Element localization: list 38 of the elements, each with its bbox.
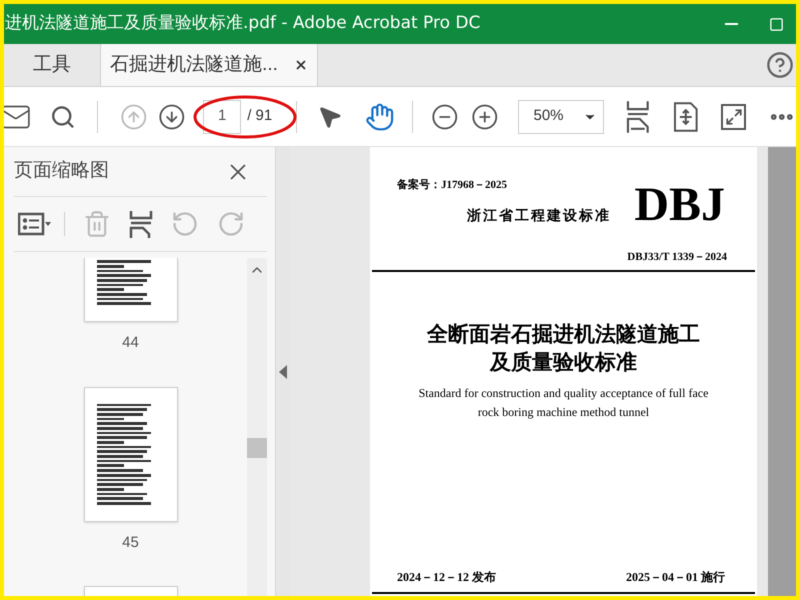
list-view-icon[interactable] [18,212,52,236]
window-title: 进机法隧道施工及质量验收标准.pdf - Adobe Acrobat Pro DC [4,12,482,36]
issuer-text: 浙江省工程建设标准 [467,206,611,226]
tab-label: 石掘进机法隧道施... [110,52,278,77]
document-subtitle: rock boring machine method tunnel [478,404,650,421]
issue-date: 2024－12－12 发布 [397,569,496,586]
document-subtitle: Standard for construction and quality acceptance of full face [418,384,708,402]
hand-icon[interactable] [364,102,394,132]
fit-page-icon[interactable] [626,100,650,134]
zoom-in-icon[interactable] [470,102,498,130]
standard-logo: DBJ [634,181,725,229]
minimize-icon [724,23,738,25]
full-screen-icon[interactable] [720,104,746,130]
standard-code: DBJ33/T 1339－2024 [627,250,727,265]
tab[interactable]: 工具 [4,44,100,86]
page-number-label: 44 [122,333,139,353]
arrow-down-icon[interactable] [158,102,186,130]
zoom-dropdown[interactable]: 50% [518,100,604,134]
page-count: / 91 [247,106,272,126]
extract-page-icon[interactable] [129,210,153,238]
tab[interactable]: 石掘进机法隧道施... [100,44,318,86]
document-title: 及质量验收标准 [490,348,637,376]
scrollbar-thumb[interactable] [247,438,267,458]
search-icon[interactable] [50,104,76,130]
document-scrollbar[interactable] [768,147,796,596]
help-icon[interactable] [766,51,794,79]
close-icon[interactable] [294,58,308,72]
document-title: 全断面岩石掘进机法隧道施工 [427,320,700,348]
record-number: 备案号：J17968－2025 [397,177,508,193]
page-number-field[interactable]: 1 [203,100,242,134]
collapse-arrow-icon[interactable] [279,364,287,378]
effective-date: 2025－04－01 施行 [626,569,725,586]
page-number-label: 45 [122,532,139,552]
panel-title: 页面缩略图 [14,159,109,184]
tab-label: 工具 [33,52,71,77]
zoom-out-icon[interactable] [431,102,459,130]
page-move-icon[interactable] [673,102,699,132]
maximize-icon [768,16,784,32]
